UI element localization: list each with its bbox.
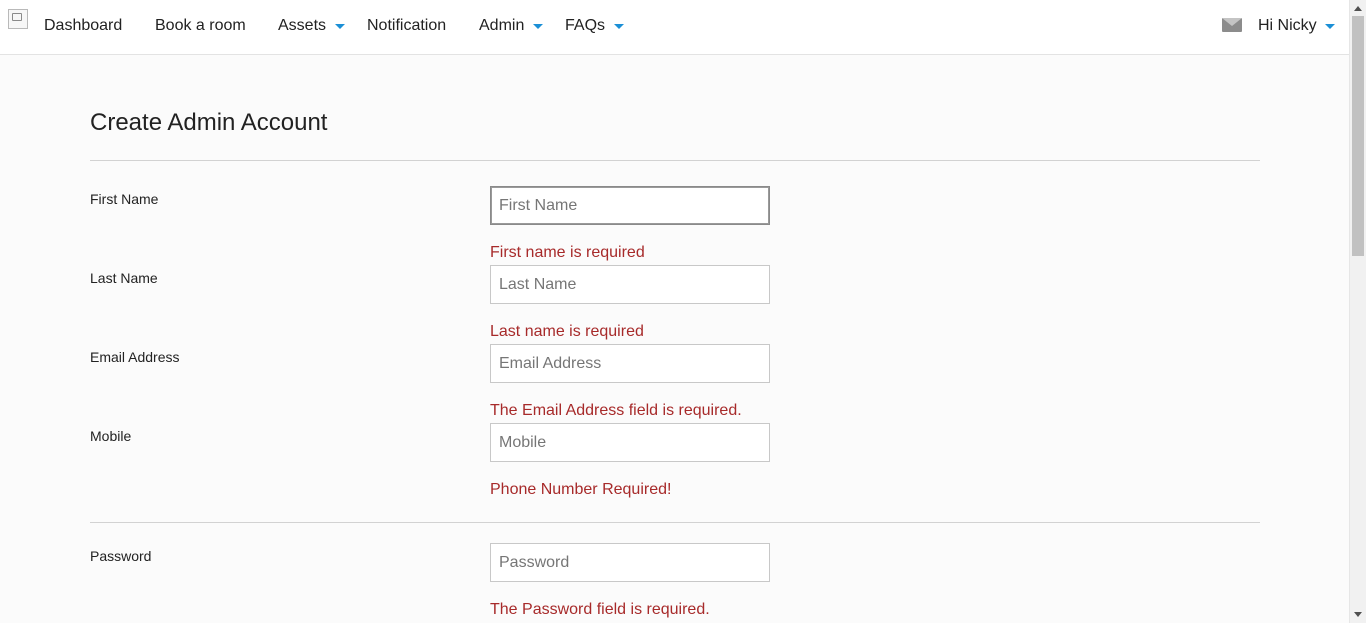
first-name-input[interactable] <box>490 186 770 225</box>
section-divider <box>90 522 1260 523</box>
scrollbar-thumb[interactable] <box>1352 16 1364 256</box>
email-address-input[interactable] <box>490 344 770 383</box>
top-nav-bar: Dashboard Book a room Assets Notificatio… <box>0 0 1349 55</box>
last-name-error: Last name is required <box>490 323 644 340</box>
assets-caret-down-icon[interactable] <box>335 24 345 29</box>
page: Dashboard Book a room Assets Notificatio… <box>0 0 1366 623</box>
scroll-up-arrow-icon[interactable] <box>1354 6 1362 11</box>
nav-notification[interactable]: Notification <box>367 16 446 36</box>
vertical-scrollbar[interactable] <box>1349 0 1366 623</box>
mobile-label: Mobile <box>90 428 132 444</box>
envelope-icon[interactable] <box>1222 18 1242 32</box>
email-address-error: The Email Address field is required. <box>490 402 742 419</box>
password-label: Password <box>90 548 152 564</box>
title-divider <box>90 160 1260 161</box>
first-name-error: First name is required <box>490 244 645 261</box>
page-title: Create Admin Account <box>90 109 328 136</box>
logo-broken-image-icon[interactable] <box>8 9 28 29</box>
nav-dashboard[interactable]: Dashboard <box>44 16 122 36</box>
mobile-input[interactable] <box>490 423 770 462</box>
nav-assets[interactable]: Assets <box>278 16 326 36</box>
password-input[interactable] <box>490 543 770 582</box>
password-error: The Password field is required. <box>490 601 710 618</box>
email-address-label: Email Address <box>90 349 180 365</box>
nav-admin[interactable]: Admin <box>479 16 524 36</box>
user-menu-greeting[interactable]: Hi Nicky <box>1258 16 1317 36</box>
faqs-caret-down-icon[interactable] <box>614 24 624 29</box>
first-name-label: First Name <box>90 191 159 207</box>
last-name-input[interactable] <box>490 265 770 304</box>
nav-book-a-room[interactable]: Book a room <box>155 16 246 36</box>
scroll-down-arrow-icon[interactable] <box>1354 612 1362 617</box>
mobile-error: Phone Number Required! <box>490 481 672 498</box>
user-menu-caret-down-icon[interactable] <box>1325 24 1335 29</box>
admin-caret-down-icon[interactable] <box>533 24 543 29</box>
last-name-label: Last Name <box>90 270 158 286</box>
nav-faqs[interactable]: FAQs <box>565 16 605 36</box>
